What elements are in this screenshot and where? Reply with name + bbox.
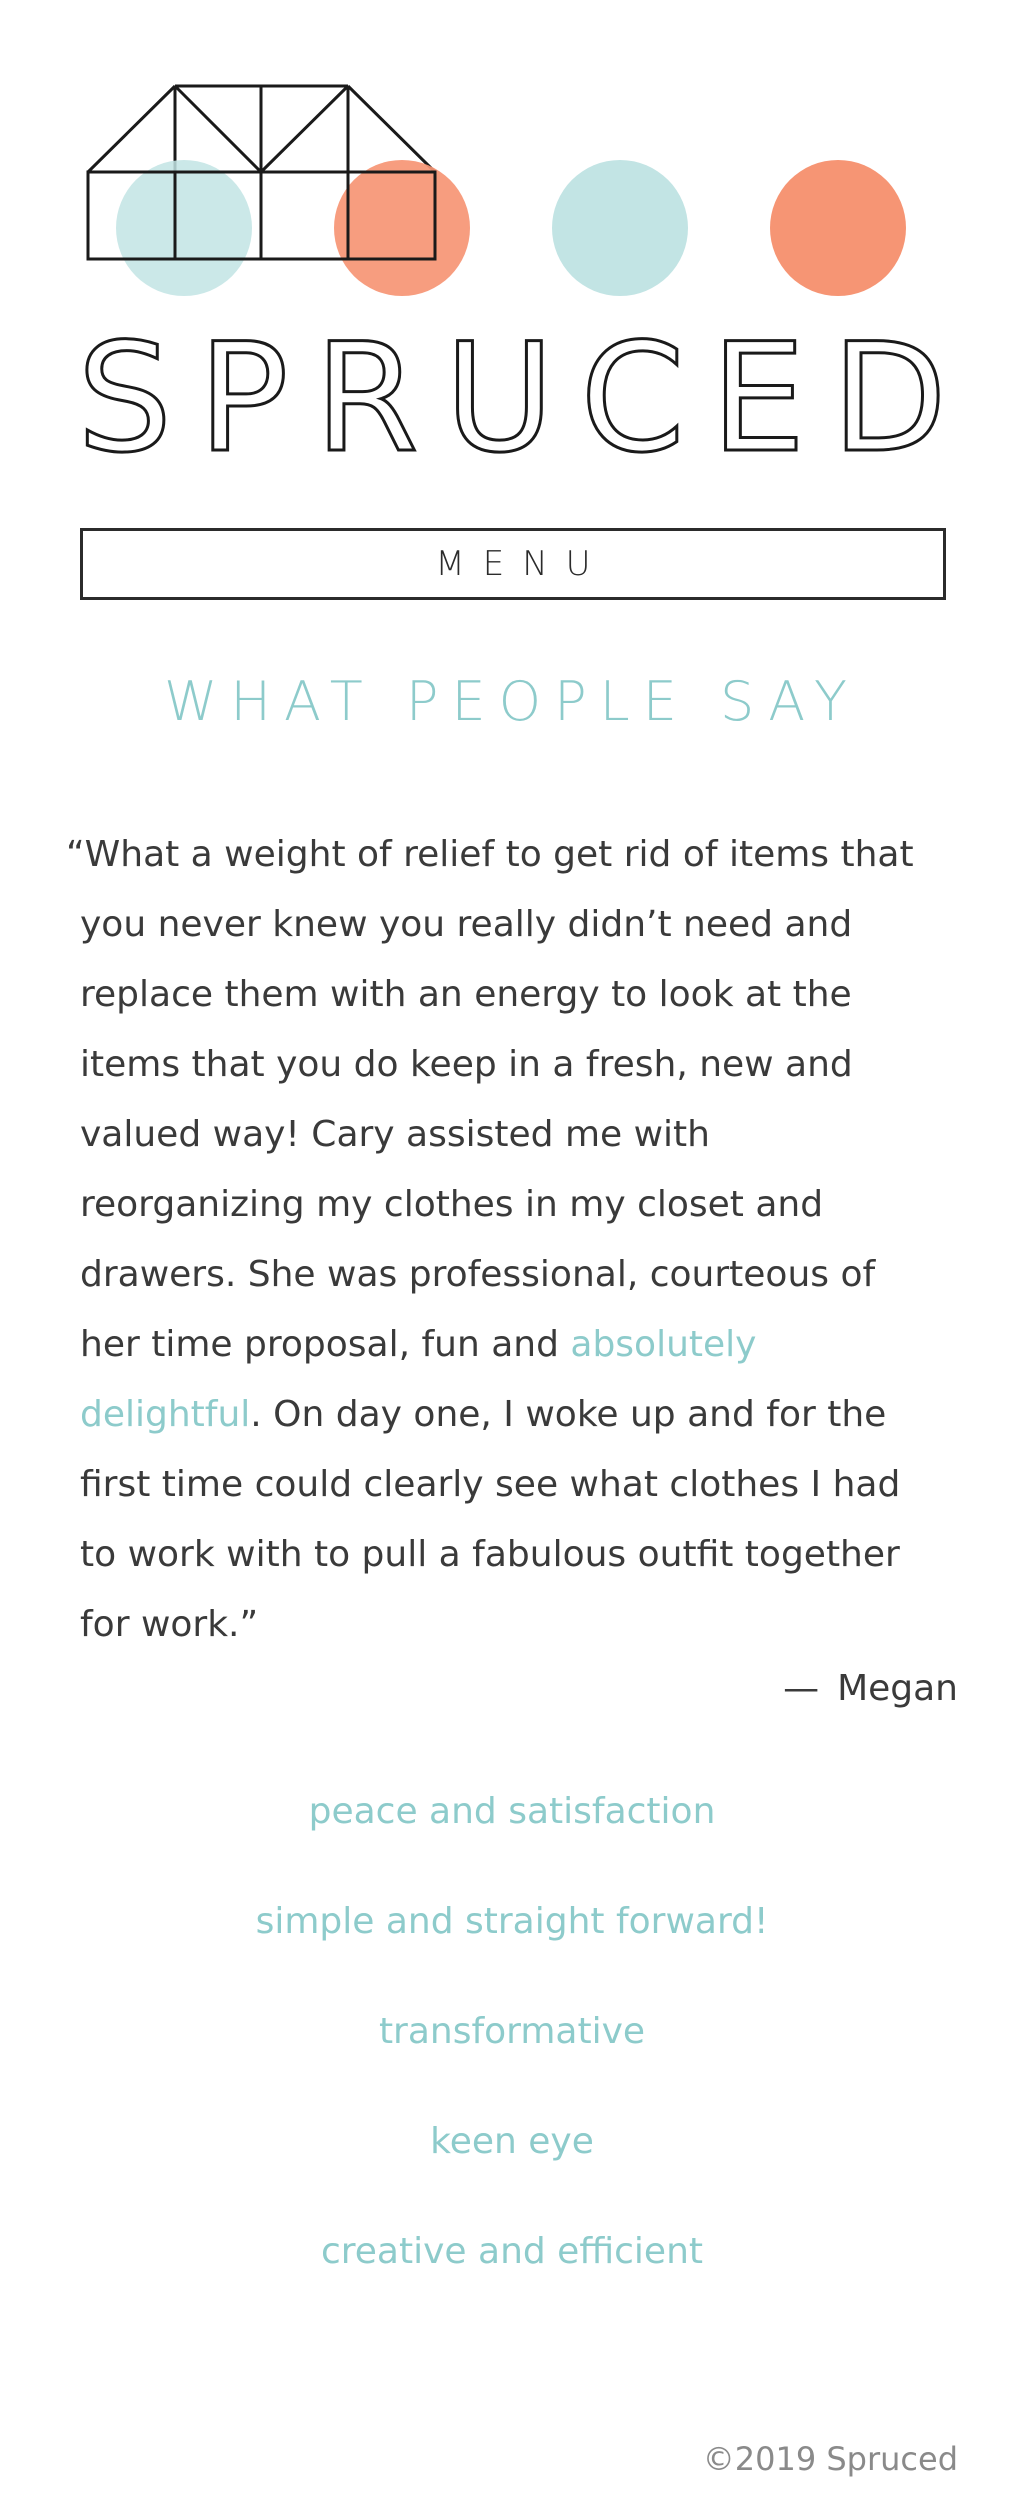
menu-button[interactable]: MENU <box>80 528 946 600</box>
coral-dot-icon <box>770 160 906 296</box>
testimonial-link-transformative[interactable]: transformative <box>379 2011 645 2052</box>
list-item: keen eye <box>0 2105 1024 2215</box>
testimonial-quote: “What a weight of relief to get rid of i… <box>66 820 946 1660</box>
spruced-logo[interactable]: SPRUCED <box>0 0 1024 480</box>
brand-wordmark: SPRUCED <box>77 312 947 480</box>
author-name: Megan <box>837 1668 958 1709</box>
testimonial-text-before: “What a weight of relief to get rid of i… <box>66 834 914 1365</box>
author-dash: — <box>783 1668 820 1709</box>
testimonial-link-keen-eye[interactable]: keen eye <box>430 2121 594 2162</box>
teal-dot-icon <box>552 160 688 296</box>
section-title: WHAT PEOPLE SAY <box>163 670 861 733</box>
testimonial-text: “What a weight of relief to get rid of i… <box>66 820 946 1660</box>
teal-dot-icon <box>116 160 252 296</box>
list-item: simple and straight forward! <box>0 1885 1024 1995</box>
coral-dot-icon <box>334 160 470 296</box>
testimonial-link-simple[interactable]: simple and straight forward! <box>256 1901 769 1942</box>
testimonial-author: — Megan <box>783 1668 958 1709</box>
menu-button-label: MENU <box>435 544 609 584</box>
testimonial-link-creative[interactable]: creative and efficient <box>321 2231 703 2272</box>
footer-copyright: ©2019 Spruced <box>702 2440 958 2478</box>
list-item: peace and satisfaction <box>0 1775 1024 1885</box>
list-item: creative and efficient <box>0 2215 1024 2325</box>
testimonial-link-peace[interactable]: peace and satisfaction <box>309 1791 716 1832</box>
testimonial-links-list: peace and satisfaction simple and straig… <box>0 1775 1024 2325</box>
list-item: transformative <box>0 1995 1024 2105</box>
